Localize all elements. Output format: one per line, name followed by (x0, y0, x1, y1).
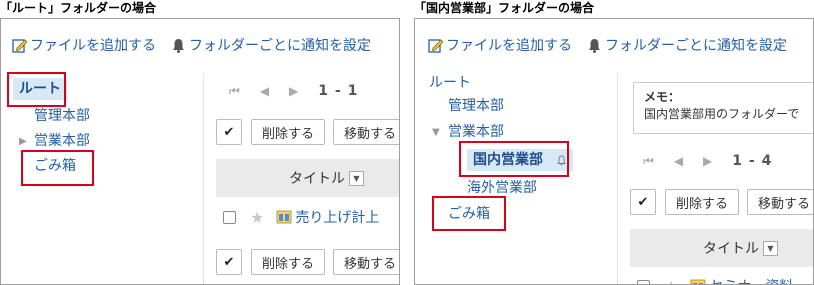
delete-button[interactable]: 削除する (251, 119, 326, 145)
pager-next-icon[interactable]: ▶ (703, 154, 712, 168)
table-row: ★ セミナー資料 (637, 276, 793, 285)
select-all-button[interactable]: ✔ (216, 249, 242, 275)
add-file-link[interactable]: ファイルを追加する (11, 35, 156, 55)
tree-node-root[interactable]: ルート (429, 74, 471, 92)
highlight-box-kokunai (459, 141, 569, 177)
sort-dropdown-icon[interactable]: ▼ (349, 170, 364, 186)
pager-count: 1 - 4 (732, 153, 773, 169)
right-caption: 「国内営業部」フォルダーの場合 (414, 1, 595, 15)
row-title-link[interactable]: 売り上げ計上 (295, 207, 379, 227)
add-file-link[interactable]: ファイルを追加する (427, 35, 572, 55)
expand-arrow-icon[interactable]: ▶ (19, 136, 27, 147)
select-all-button[interactable]: ✔ (630, 189, 656, 215)
sort-dropdown-icon[interactable]: ▼ (763, 240, 778, 256)
left-pager: ⏮ ◀ ▶ 1 - 1 (229, 83, 358, 99)
move-button[interactable]: 移動する (333, 249, 399, 275)
highlight-box-trash (432, 196, 506, 231)
pager-first-icon[interactable]: ⏮ (229, 84, 240, 99)
table-row: ★ 売り上げ計上 (223, 207, 379, 227)
left-toolbar: ファイルを追加する フォルダーごとに通知を設定 (11, 35, 385, 55)
collapse-arrow-icon[interactable]: ▼ (432, 127, 440, 138)
column-title-header[interactable]: タイトル (289, 168, 345, 188)
tree-node-kanri[interactable]: 管理本部 (448, 97, 504, 115)
left-action-bar-bottom: ✔ 削除する 移動する (216, 249, 399, 275)
pager-count: 1 - 1 (318, 83, 359, 99)
select-all-button[interactable]: ✔ (216, 119, 242, 145)
bell-icon (173, 38, 184, 53)
tree-node-kanri[interactable]: 管理本部 (34, 107, 90, 125)
tree-node-eigyo[interactable]: 営業本部 (34, 132, 90, 150)
folder-notify-link[interactable]: フォルダーごとに通知を設定 (170, 35, 371, 55)
move-button[interactable]: 移動する (747, 189, 813, 215)
left-table-header: タイトル ▼ (216, 159, 399, 197)
left-action-bar-top: ✔ 削除する 移動する (216, 119, 399, 145)
right-toolbar: ファイルを追加する フォルダーごとに通知を設定 (427, 35, 801, 55)
move-button[interactable]: 移動する (333, 119, 399, 145)
memo-text: 国内営業部用のフォルダーで (644, 107, 800, 121)
add-file-label: ファイルを追加する (446, 38, 572, 54)
column-title-header[interactable]: タイトル (703, 238, 759, 258)
folder-notify-link[interactable]: フォルダーごとに通知を設定 (586, 35, 787, 55)
delete-button[interactable]: 削除する (251, 249, 326, 275)
left-caption: 「ルート」フォルダーの場合 (0, 1, 157, 15)
left-panel: ファイルを追加する フォルダーごとに通知を設定 ルート 管理本部 ▶ 営業本部 … (0, 18, 400, 285)
file-icon (690, 279, 706, 284)
highlight-box-trash (21, 150, 94, 186)
star-icon[interactable]: ★ (250, 208, 264, 227)
right-action-bar: ✔ 削除する 移動する (630, 189, 813, 215)
star-icon[interactable]: ★ (664, 277, 678, 285)
pager-prev-icon[interactable]: ◀ (674, 154, 683, 168)
folder-notify-label: フォルダーごとに通知を設定 (605, 38, 787, 54)
row-checkbox[interactable] (637, 279, 650, 284)
edit-document-icon (428, 38, 444, 53)
row-checkbox[interactable] (223, 210, 236, 224)
folder-notify-label: フォルダーごとに通知を設定 (189, 38, 371, 54)
pager-prev-icon[interactable]: ◀ (260, 84, 269, 98)
right-table-header: タイトル ▼ (630, 229, 813, 267)
tree-node-eigyo[interactable]: 営業本部 (448, 123, 504, 141)
bell-icon (589, 38, 600, 53)
pager-next-icon[interactable]: ▶ (289, 84, 298, 98)
right-pager: ⏮ ◀ ▶ 1 - 4 (643, 153, 772, 169)
memo-label: メモ： (644, 90, 681, 104)
file-icon (276, 210, 292, 224)
right-panel: ファイルを追加する フォルダーごとに通知を設定 ルート 管理本部 ▼ 営業本部 … (414, 18, 814, 285)
pager-first-icon[interactable]: ⏮ (643, 154, 654, 169)
tree-node-kaigai[interactable]: 海外営業部 (467, 179, 537, 197)
folder-memo: メモ： 国内営業部用のフォルダーで (633, 82, 813, 134)
row-title-link[interactable]: セミナー資料 (709, 276, 793, 284)
highlight-box-root (7, 72, 66, 107)
edit-document-icon (12, 38, 28, 53)
delete-button[interactable]: 削除する (665, 189, 740, 215)
add-file-label: ファイルを追加する (30, 38, 156, 54)
